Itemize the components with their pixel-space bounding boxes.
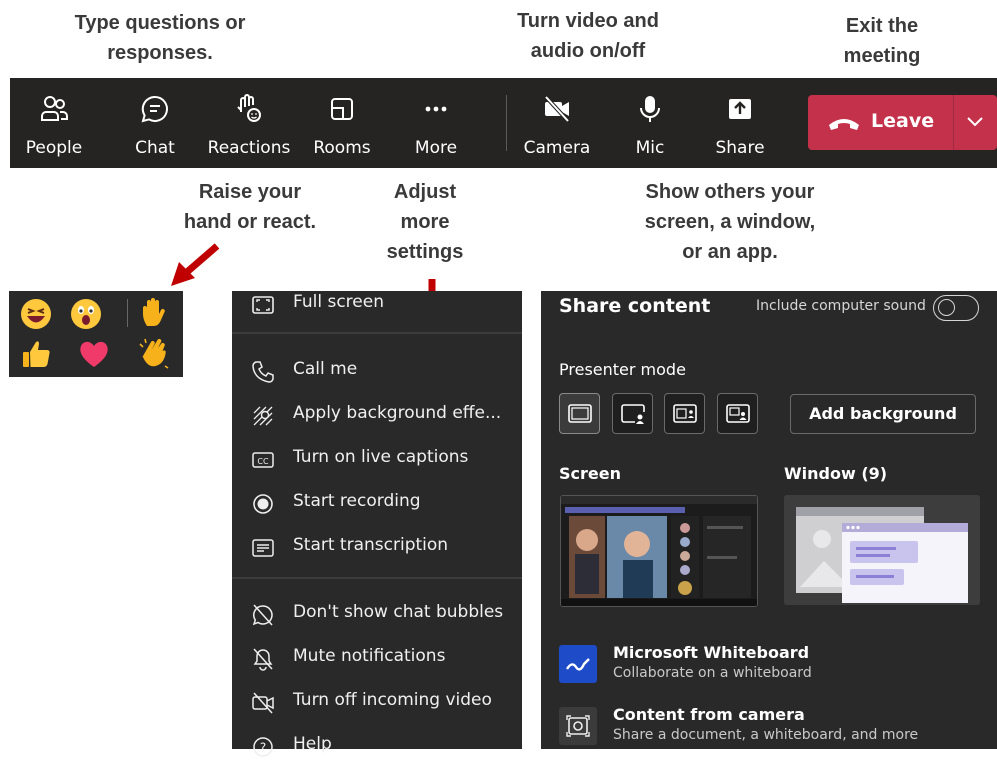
record-icon — [250, 491, 276, 517]
menu-item-chat-bubbles[interactable]: Don't show chat bubbles — [232, 595, 522, 635]
annotation-video-audio: Turn video and audio on/off — [517, 10, 659, 62]
bell-off-icon — [250, 646, 276, 672]
screen-label: Screen — [559, 464, 621, 483]
presenter-mode-label: Presenter mode — [559, 360, 686, 379]
menu-separator — [232, 332, 522, 334]
svg-text:?: ? — [260, 741, 266, 755]
include-sound-toggle[interactable] — [933, 295, 979, 321]
annotation-type-questions: Type questions or responses. — [74, 12, 246, 64]
camera-button[interactable]: Camera — [520, 78, 594, 168]
leave-button[interactable]: Leave — [808, 95, 953, 150]
surprised-emoji-icon[interactable] — [69, 297, 103, 331]
help-icon: ? — [250, 734, 276, 760]
share-content-panel: Share content Include computer sound Pre… — [541, 291, 997, 749]
standout-icon — [621, 404, 645, 424]
svg-text:CC: CC — [257, 457, 269, 466]
leave-button-group: Leave — [808, 95, 997, 150]
full-screen-icon — [250, 292, 276, 318]
presenter-mode-reporter[interactable] — [717, 393, 758, 434]
camera-off-icon — [542, 94, 572, 124]
mic-icon — [635, 94, 665, 124]
chat-icon — [140, 94, 170, 124]
screen-thumbnail[interactable] — [560, 495, 758, 607]
presenter-mode-content-only[interactable] — [559, 393, 600, 434]
mic-button[interactable]: Mic — [628, 78, 672, 168]
menu-item-call-me[interactable]: Call me — [232, 352, 522, 392]
window-preview-image — [784, 495, 980, 605]
reactions-button[interactable]: Reactions — [204, 78, 294, 168]
thumbs-up-emoji-icon[interactable] — [19, 337, 53, 371]
menu-item-background-effects[interactable]: Apply background effe... — [232, 396, 522, 436]
raise-hand-icon — [234, 94, 264, 124]
toolbar-divider — [506, 95, 507, 151]
screen-preview-image — [561, 496, 757, 606]
rooms-icon — [327, 94, 357, 124]
menu-separator — [232, 577, 522, 579]
menu-item-mute-notifications[interactable]: Mute notifications — [232, 639, 522, 679]
reporter-icon — [726, 404, 750, 423]
chevron-down-icon — [967, 117, 983, 127]
share-icon — [725, 94, 755, 124]
clapping-emoji-icon[interactable] — [137, 336, 171, 370]
toggle-knob — [938, 299, 955, 316]
microsoft-whiteboard-option[interactable]: Microsoft Whiteboard Collaborate on a wh… — [559, 641, 979, 687]
content-from-camera-option[interactable]: Content from camera Share a document, a … — [559, 703, 979, 749]
annotation-adjust: Adjust more settings — [386, 181, 464, 263]
content-only-icon — [568, 404, 592, 423]
annotation-show-others: Show others your screen, a window, or an… — [644, 181, 816, 263]
menu-item-incoming-video[interactable]: Turn off incoming video — [232, 683, 522, 723]
people-button[interactable]: People — [24, 78, 84, 168]
reactions-divider — [127, 299, 128, 327]
camera-content-icon — [559, 707, 597, 745]
annotation-exit: Exit the meeting — [843, 15, 921, 67]
more-icon — [421, 94, 451, 124]
window-label: Window (9) — [784, 464, 888, 483]
side-by-side-icon — [673, 404, 697, 423]
more-menu: Full screen Call me Apply background eff… — [232, 291, 522, 757]
arrow-to-reactions — [171, 243, 220, 286]
closed-captions-icon: CC — [250, 447, 276, 473]
raise-hand-emoji-icon[interactable] — [137, 296, 171, 330]
leave-options-button[interactable] — [954, 95, 997, 150]
phone-icon — [250, 359, 276, 385]
share-button[interactable]: Share — [712, 78, 768, 168]
rooms-button[interactable]: Rooms — [310, 78, 374, 168]
chat-button[interactable]: Chat — [130, 78, 180, 168]
whiteboard-icon — [559, 645, 597, 683]
people-icon — [39, 94, 69, 124]
menu-item-full-screen[interactable]: Full screen — [232, 285, 522, 325]
share-title: Share content — [559, 295, 711, 317]
window-thumbnail[interactable] — [784, 495, 980, 605]
transcription-icon — [250, 535, 276, 561]
presenter-mode-standout[interactable] — [612, 393, 653, 434]
presenter-mode-side-by-side[interactable] — [664, 393, 705, 434]
annotation-raise-hand: Raise your hand or react. — [183, 181, 317, 233]
reactions-panel — [9, 291, 183, 377]
menu-item-start-recording[interactable]: Start recording — [232, 484, 522, 524]
laughing-emoji-icon[interactable] — [19, 297, 53, 331]
more-button[interactable]: More — [408, 78, 464, 168]
menu-item-live-captions[interactable]: CC Turn on live captions — [232, 440, 522, 480]
menu-item-start-transcription[interactable]: Start transcription — [232, 528, 522, 568]
phone-hangup-icon — [826, 111, 862, 138]
add-background-button[interactable]: Add background — [790, 394, 976, 434]
heart-emoji-icon[interactable] — [77, 337, 111, 371]
menu-item-help[interactable]: ? Help — [232, 727, 522, 767]
background-effects-icon — [250, 403, 276, 429]
include-sound-label: Include computer sound — [756, 298, 926, 314]
chat-bubble-off-icon — [250, 602, 276, 628]
video-off-icon — [250, 690, 276, 716]
